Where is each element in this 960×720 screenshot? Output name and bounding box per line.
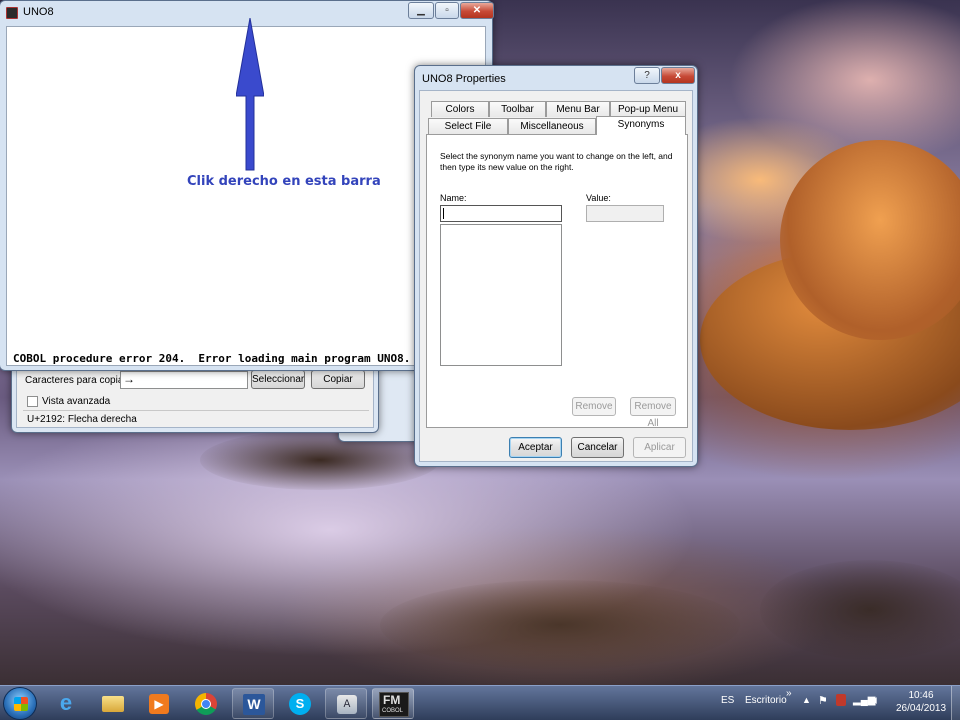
clock[interactable]: 10:46 26/04/2013 [892, 689, 950, 718]
properties-title: UNO8 Properties [422, 73, 506, 85]
advanced-view-checkbox[interactable] [27, 396, 38, 407]
select-button[interactable]: Seleccionar [251, 370, 305, 389]
properties-dialog[interactable]: UNO8 Properties ? x Colors Toolbar Menu … [414, 65, 698, 467]
tab-colors[interactable]: Colors [431, 101, 489, 117]
help-icon: ? [644, 70, 650, 81]
wallpaper-rock [760, 560, 960, 660]
taskbar-charmap[interactable]: Ａ [325, 688, 367, 719]
chars-to-copy-label: Caracteres para copiar: [25, 375, 130, 386]
help-button[interactable]: ? [634, 67, 660, 84]
media-player-icon: ▶ [149, 694, 169, 714]
tab-menu-bar[interactable]: Menu Bar [546, 101, 610, 117]
taskbar-fm-cobol[interactable]: FM COBOL [372, 688, 414, 719]
maximize-icon: ▫ [445, 5, 449, 16]
show-desktop-button[interactable] [951, 686, 960, 720]
synonyms-instructions: Select the synonym name you want to chan… [440, 151, 673, 172]
fm-cobol-logo-subtext: COBOL [382, 708, 404, 714]
dialog-close-icon: x [675, 70, 681, 81]
synonyms-tab-page: Select the synonym name you want to chan… [426, 134, 688, 429]
taskbar-media-player[interactable]: ▶ [138, 688, 180, 719]
value-input[interactable] [586, 205, 664, 222]
volume-icon[interactable]: 🔈︎ [873, 693, 880, 708]
language-indicator[interactable]: ES [721, 695, 734, 706]
accept-button[interactable]: Aceptar [509, 437, 562, 458]
taskbar-explorer[interactable] [92, 688, 134, 719]
dialog-close-button[interactable]: x [661, 67, 695, 84]
maximize-button[interactable]: ▫ [435, 2, 459, 19]
character-map-icon: Ａ [337, 695, 357, 714]
name-input[interactable] [440, 205, 562, 222]
taskbar: e ▶ W S Ａ FM COBOL ES Escritorio » ▲ ⚑ ▂… [0, 685, 960, 720]
wallpaper-rock [380, 580, 740, 670]
status-divider [23, 410, 369, 411]
start-button[interactable] [3, 687, 37, 720]
remove-button[interactable]: Remove [572, 397, 616, 416]
chrome-icon [195, 693, 217, 715]
app-icon [6, 7, 18, 19]
action-center-flag-icon[interactable]: ⚑ [818, 694, 828, 707]
toolbar-overflow-icon[interactable]: » [786, 688, 792, 699]
taskbar-ie[interactable]: e [45, 688, 87, 719]
properties-title-bar[interactable]: UNO8 Properties ? x [415, 66, 697, 90]
clock-date: 26/04/2013 [895, 703, 947, 714]
chrome-center-icon [201, 699, 211, 709]
tab-synonyms[interactable]: Synonyms [596, 116, 686, 135]
copy-button[interactable]: Copiar [311, 370, 365, 389]
taskbar-word[interactable]: W [232, 688, 274, 719]
windows-logo-icon [14, 697, 28, 711]
annotation-text: Clik derecho en esta barra [187, 174, 381, 189]
advanced-view-label: Vista avanzada [42, 396, 111, 407]
status-text: U+2192: Flecha derecha [27, 414, 137, 425]
folder-icon [102, 696, 124, 712]
chars-to-copy-value: → [123, 372, 135, 386]
close-button[interactable]: ✕ [460, 2, 494, 19]
skype-icon: S [289, 693, 311, 715]
close-icon: ✕ [472, 5, 482, 16]
fm-cobol-icon: FM COBOL [379, 692, 409, 717]
error-message: COBOL procedure error 204. Error loading… [13, 352, 411, 365]
clock-time: 10:46 [908, 690, 934, 701]
minimize-icon: ▁ [417, 5, 425, 16]
show-hidden-icons-icon[interactable]: ▲ [802, 695, 811, 705]
tab-popup-menu[interactable]: Pop-up Menu [610, 101, 686, 117]
tab-toolbar[interactable]: Toolbar [489, 101, 546, 117]
minimize-button[interactable]: ▁ [408, 2, 434, 19]
apply-button[interactable]: Aplicar [633, 437, 686, 458]
name-list[interactable] [440, 224, 562, 366]
value-label: Value: [586, 193, 611, 203]
remove-all-button[interactable]: Remove All [630, 397, 676, 429]
properties-client: Colors Toolbar Menu Bar Pop-up Menu Sele… [419, 90, 693, 462]
taskbar-skype[interactable]: S [279, 688, 321, 719]
cancel-button[interactable]: Cancelar [571, 437, 624, 458]
uno8-window-title: UNO8 [23, 6, 54, 18]
tab-miscellaneous[interactable]: Miscellaneous [508, 118, 596, 134]
tab-select-file[interactable]: Select File [428, 118, 508, 134]
annotation-arrow-icon [236, 18, 264, 171]
properties-caption-buttons: ? x [634, 67, 695, 84]
taskbar-chrome[interactable] [185, 688, 227, 719]
internet-explorer-icon: e [59, 690, 73, 715]
word-icon: W [243, 694, 265, 715]
desktop-toolbar-label[interactable]: Escritorio [745, 695, 787, 706]
name-label: Name: [440, 193, 467, 203]
text-cursor [443, 208, 444, 219]
security-icon[interactable] [836, 694, 846, 706]
uno8-caption-buttons: ▁ ▫ ✕ [408, 2, 494, 19]
chars-to-copy-input[interactable]: → [120, 371, 248, 389]
fm-cobol-logo-text: FM [383, 693, 401, 707]
